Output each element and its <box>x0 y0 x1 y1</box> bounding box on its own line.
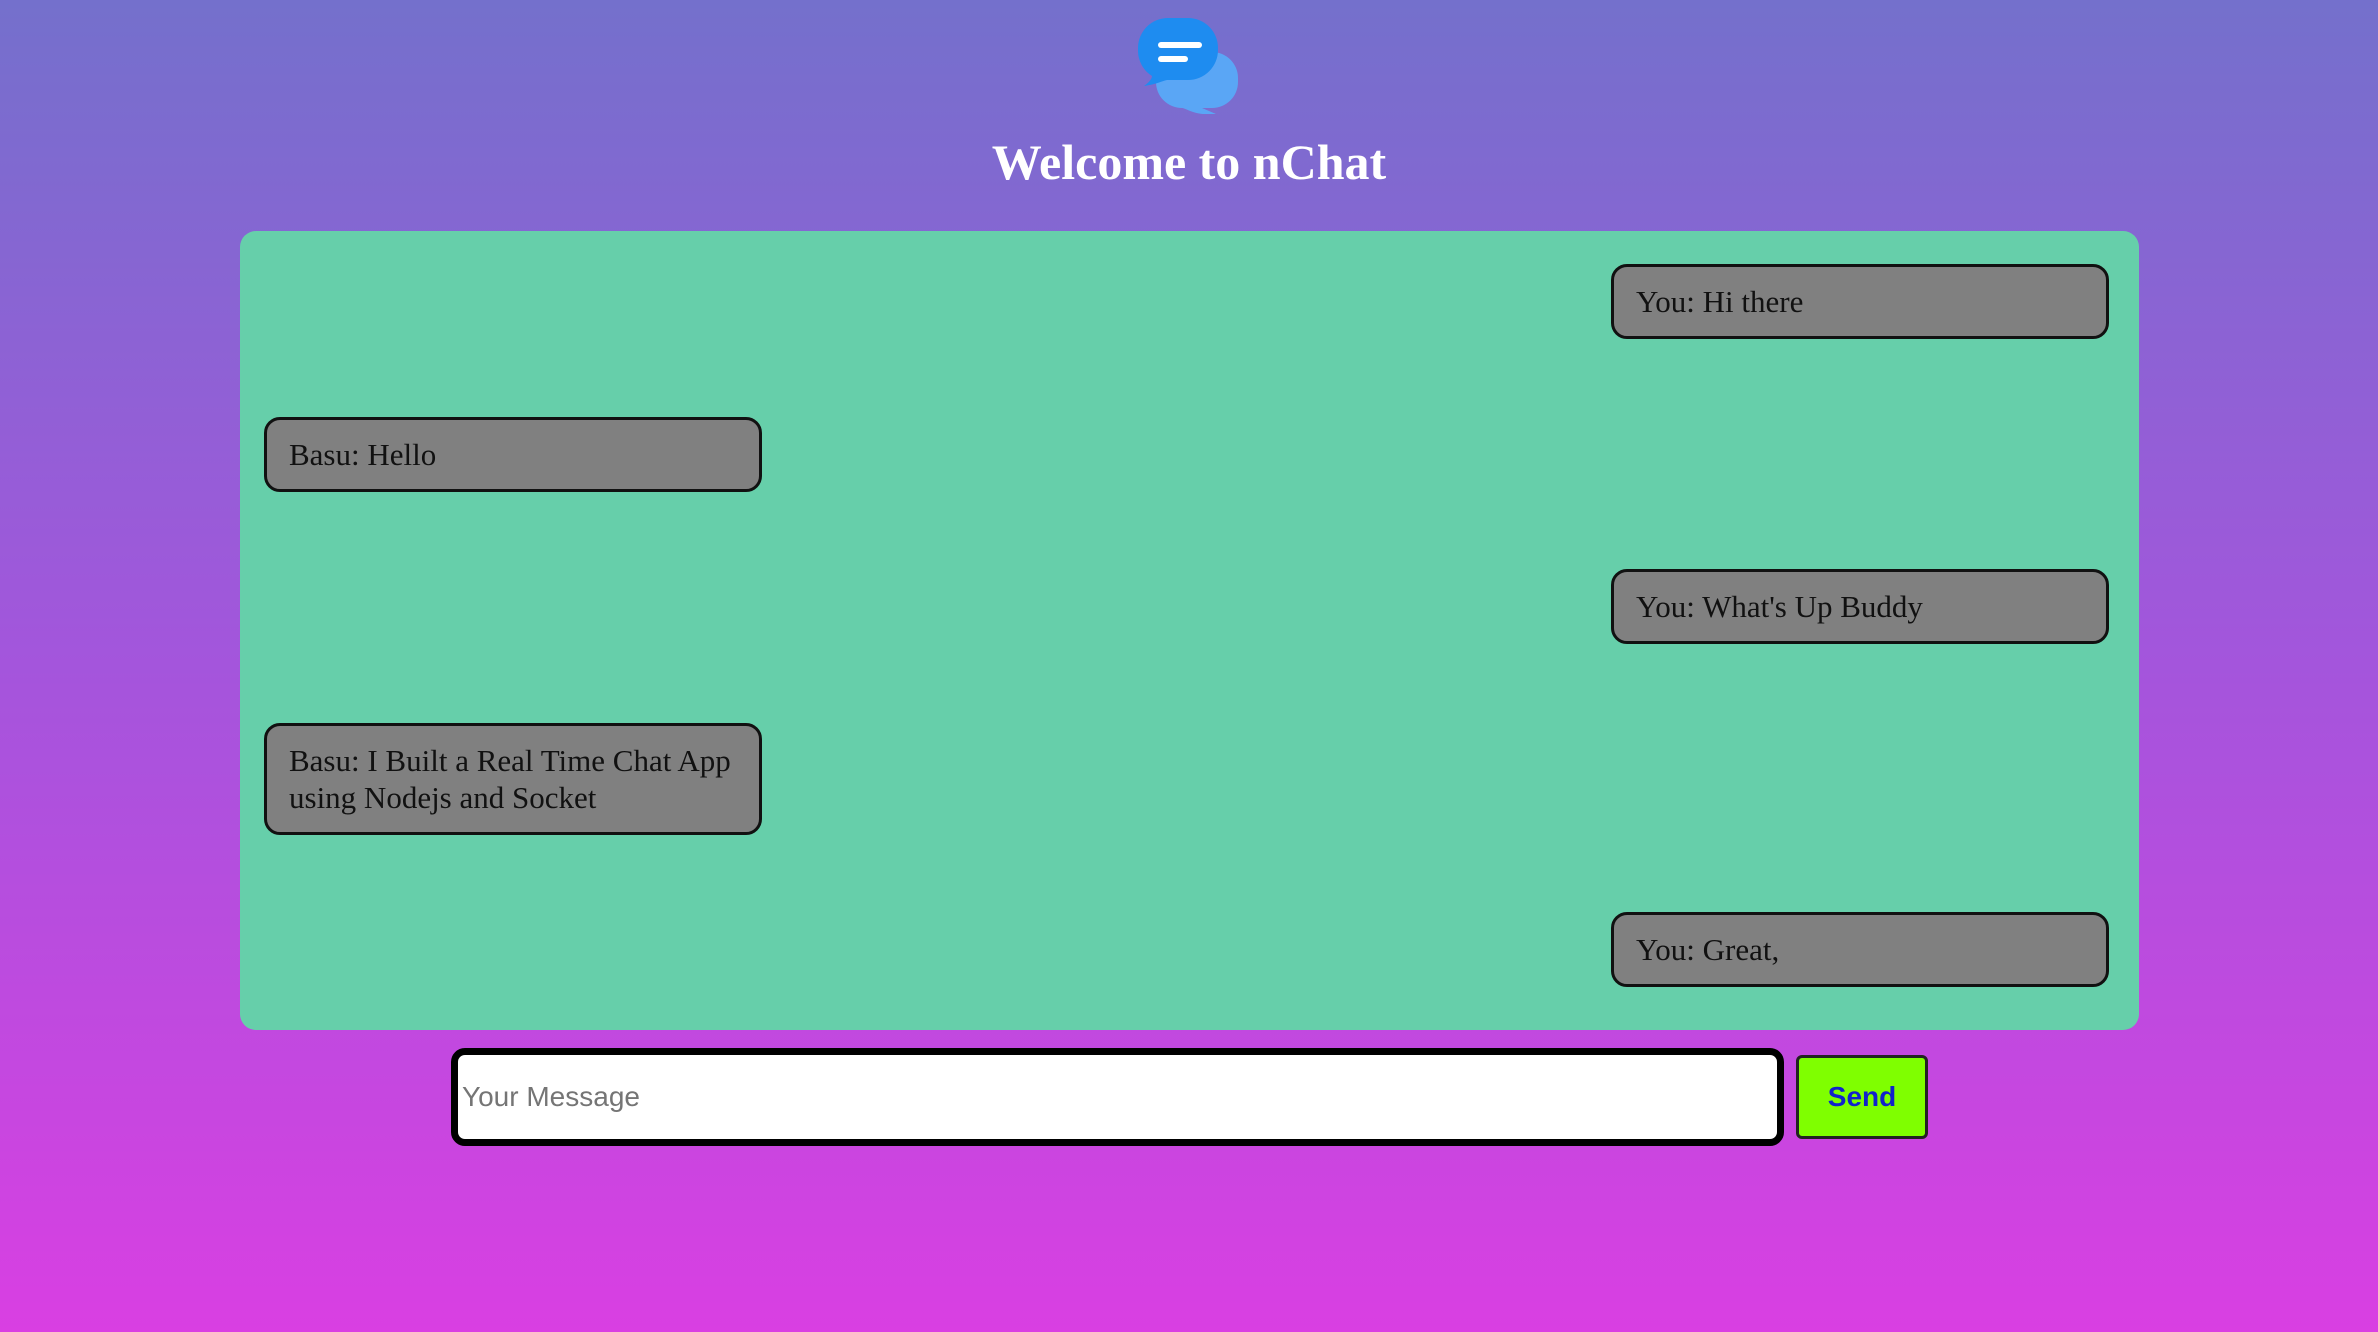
message-input[interactable] <box>451 1048 1784 1146</box>
outgoing-message: You: Great, <box>1611 912 2109 987</box>
chat-message-area[interactable]: You: Hi there Basu: Hello You: What's Up… <box>240 231 2139 1030</box>
outgoing-message: You: What's Up Buddy <box>1611 569 2109 644</box>
outgoing-message: You: Hi there <box>1611 264 2109 339</box>
incoming-message: Basu: Hello <box>264 417 762 492</box>
page-title: Welcome to nChat <box>991 134 1387 190</box>
message-composer: Send <box>451 1048 1928 1146</box>
chat-bubbles-icon <box>1138 18 1238 114</box>
incoming-message: Basu: I Built a Real Time Chat App using… <box>264 723 762 835</box>
send-button[interactable]: Send <box>1796 1055 1928 1139</box>
